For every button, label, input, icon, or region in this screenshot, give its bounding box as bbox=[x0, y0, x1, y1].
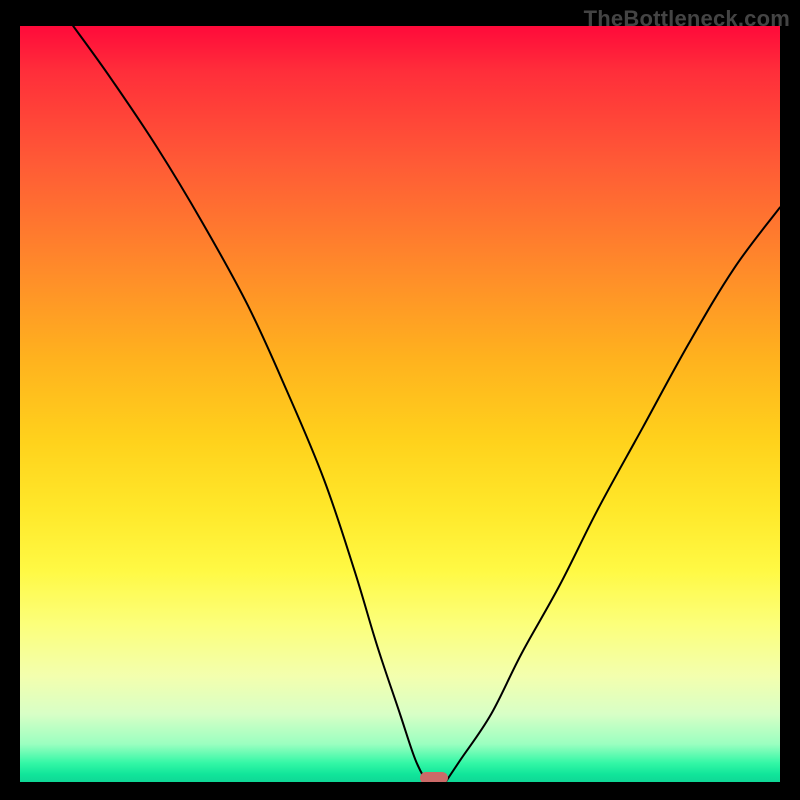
watermark-text: TheBottleneck.com bbox=[584, 6, 790, 32]
bottleneck-curve bbox=[20, 26, 780, 782]
curve-left-branch bbox=[73, 26, 426, 782]
plot-area bbox=[20, 26, 780, 782]
valley-marker bbox=[420, 772, 448, 782]
curve-right-branch bbox=[446, 207, 780, 782]
chart-frame: TheBottleneck.com bbox=[0, 0, 800, 800]
